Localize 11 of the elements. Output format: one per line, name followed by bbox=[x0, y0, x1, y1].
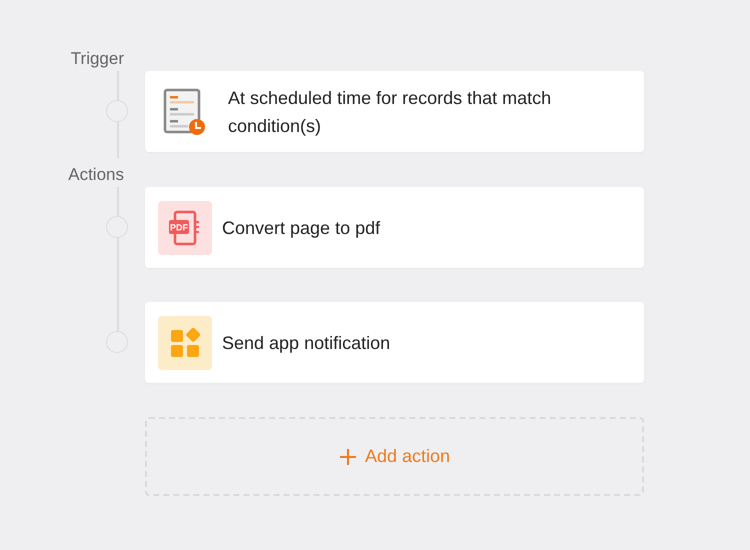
section-label: Actions bbox=[67, 164, 124, 186]
step-card[interactable]: Send app notification bbox=[145, 302, 644, 383]
step-title: Convert page to pdf bbox=[222, 216, 380, 240]
scheduled-document-icon bbox=[163, 88, 207, 136]
step-card[interactable]: PDF Convert page to pdf bbox=[145, 187, 644, 268]
step-card[interactable]: At scheduled time for records that match condition(s) bbox=[145, 71, 644, 152]
step-title: At scheduled time for records that match condition(s) bbox=[228, 86, 552, 138]
section-label: Trigger bbox=[70, 48, 124, 70]
step-title: Send app notification bbox=[222, 332, 390, 355]
plus-icon bbox=[338, 448, 357, 466]
app-grid-icon bbox=[170, 328, 200, 358]
